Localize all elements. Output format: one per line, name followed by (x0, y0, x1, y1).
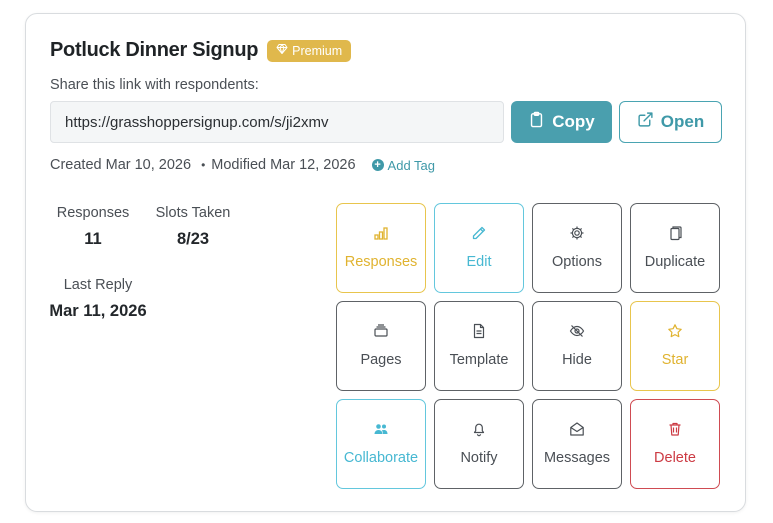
share-link-input[interactable] (50, 101, 504, 143)
plus-circle-icon: + (371, 159, 384, 171)
options-action-label: Options (552, 254, 602, 270)
form-card: Potluck Dinner Signup Premium Share this… (25, 13, 746, 512)
created-date: Created Mar 10, 2026 (50, 157, 192, 173)
bell-icon (471, 421, 487, 437)
copy-icon (667, 225, 683, 241)
template-action-label: Template (449, 352, 509, 368)
star-icon (667, 323, 683, 339)
notify-action-button[interactable]: Notify (434, 399, 524, 489)
meta-separator: • (201, 158, 206, 172)
star-action-label: Star (661, 352, 689, 368)
edit-action-button[interactable]: Edit (434, 203, 524, 293)
star-action-button[interactable]: Star (630, 301, 720, 391)
edit-action-label: Edit (466, 254, 492, 270)
delete-action-button[interactable]: Delete (630, 399, 720, 489)
envelope-icon (569, 421, 585, 437)
responses-stat-value: 11 (84, 230, 102, 248)
title-row: Potluck Dinner Signup Premium (50, 39, 352, 62)
responses-action-label: Responses (344, 254, 418, 270)
last-reply-value: Mar 11, 2026 (49, 302, 147, 320)
premium-badge: Premium (267, 39, 352, 62)
messages-action-button[interactable]: Messages (532, 399, 622, 489)
document-icon (471, 323, 487, 339)
collaborate-action-button[interactable]: Collaborate (336, 399, 426, 489)
add-tag-link[interactable]: + Add Tag (371, 157, 436, 173)
bar-chart-icon (373, 225, 389, 241)
form-title: Potluck Dinner Signup (50, 39, 259, 61)
template-action-button[interactable]: Template (434, 301, 524, 391)
delete-action-label: Delete (654, 450, 696, 466)
slots-taken-value: 8/23 (176, 230, 210, 248)
notify-action-label: Notify (460, 450, 498, 466)
options-action-button[interactable]: Options (532, 203, 622, 293)
gear-icon (569, 225, 585, 241)
responses-stat: Responses 11 (54, 205, 132, 249)
diamond-icon (276, 43, 288, 58)
stack-icon (373, 323, 389, 339)
external-link-icon (637, 111, 654, 133)
last-reply-stat: Last Reply Mar 11, 2026 (48, 277, 148, 321)
messages-action-label: Messages (543, 450, 611, 466)
share-label: Share this link with respondents: (50, 77, 259, 93)
duplicate-action-button[interactable]: Duplicate (630, 203, 720, 293)
hide-action-button[interactable]: Hide (532, 301, 622, 391)
people-icon (373, 421, 389, 437)
slots-taken-label: Slots Taken (155, 205, 231, 221)
responses-stat-label: Responses (56, 205, 130, 221)
clipboard-icon (528, 111, 545, 133)
pages-action-label: Pages (360, 352, 402, 368)
open-button-label: Open (660, 112, 705, 131)
pencil-icon (471, 225, 487, 241)
duplicate-action-label: Duplicate (644, 254, 706, 270)
collaborate-action-label: Collaborate (343, 450, 419, 466)
modified-date: Modified Mar 12, 2026 (211, 157, 356, 173)
pages-action-button[interactable]: Pages (336, 301, 426, 391)
meta-row: Created Mar 10, 2026 • Modified Mar 12, … (50, 157, 435, 173)
eye-slash-icon (569, 323, 585, 339)
copy-button-label: Copy (552, 112, 595, 131)
trash-icon (667, 421, 683, 437)
premium-badge-label: Premium (292, 43, 343, 58)
add-tag-label: Add Tag (387, 157, 436, 173)
last-reply-label: Last Reply (63, 277, 133, 293)
open-button[interactable]: Open (619, 101, 722, 143)
copy-button[interactable]: Copy (511, 101, 612, 143)
hide-action-label: Hide (562, 352, 592, 368)
responses-action-button[interactable]: Responses (336, 203, 426, 293)
slots-taken-stat: Slots Taken 8/23 (151, 205, 235, 249)
